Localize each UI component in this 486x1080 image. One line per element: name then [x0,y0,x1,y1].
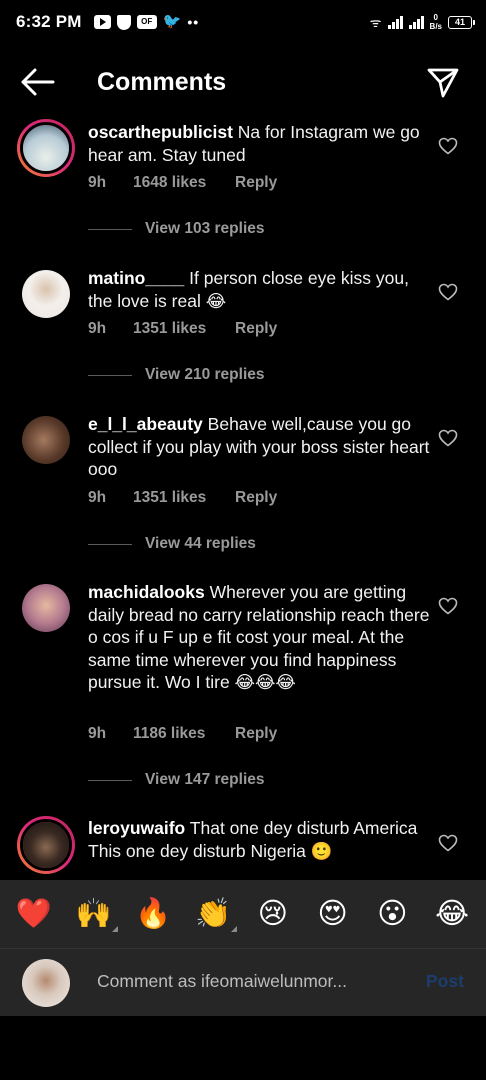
comment-meta: 9h 1351 likes Reply [88,489,277,507]
comment-username[interactable]: leroyuwaifo [88,818,185,838]
post-button[interactable]: Post [426,971,464,992]
view-replies-button[interactable]: View 210 replies [88,366,265,384]
comment-text: leroyuwaifo That one dey disturb America… [88,817,433,862]
nfc-icon: OF [136,15,157,29]
emoji-heart[interactable]: ❤️ [14,894,54,934]
network-speed-value: 0 [433,13,438,22]
comment-item: e_l_l_abeauty Behave well,cause you go c… [0,402,486,570]
comment-time: 9h [88,320,107,337]
emoji-clap[interactable]: 👏 [193,894,238,934]
emoji-heart-eyes[interactable]: 😍 [313,894,353,934]
comment-meta: 9h 1648 likes Reply [88,174,277,192]
heart-icon[interactable] [438,137,458,155]
navigation-area [0,1016,486,1080]
arrow-left-icon[interactable] [20,66,56,98]
replies-divider [88,779,132,781]
avatar-story-ring[interactable] [17,816,75,874]
heart-icon[interactable] [438,429,458,447]
more-notifications-icon: •• [187,14,200,30]
reply-button[interactable]: Reply [235,174,277,192]
comment-item: machidalooks Wherever you are getting da… [0,570,486,806]
emoji-surprised[interactable]: 😮 [372,894,412,934]
wifi-icon: ᯤ [369,15,382,30]
view-replies-label: View 147 replies [145,771,265,788]
comment-time: 9h [88,174,107,191]
avatar [23,125,69,171]
heart-icon[interactable] [438,283,458,301]
comment-input[interactable] [97,971,397,992]
battery-icon: 41 [448,15,475,29]
comment-text: e_l_l_abeauty Behave well,cause you go c… [88,413,433,481]
reply-button[interactable]: Reply [235,320,277,338]
avatar[interactable] [22,270,70,318]
comment-text: oscarthepublicist Na for Instagram we go… [88,121,433,166]
comment-composer: Post [0,948,486,1016]
avatar[interactable] [22,416,70,464]
comment-likes[interactable]: 1351 likes [133,320,235,338]
view-replies-button[interactable]: View 44 replies [88,535,256,553]
comment-likes[interactable]: 1648 likes [133,174,235,192]
paper-plane-icon[interactable] [426,65,460,99]
comment-item: oscarthepublicist Na for Instagram we go… [0,110,486,256]
heart-icon[interactable] [438,834,458,852]
twitter-icon: 🐦 [162,13,182,30]
view-replies-label: View 103 replies [145,220,265,237]
comment-item: matino____ If person close eye kiss you,… [0,256,486,402]
emoji-crying[interactable]: 😢 [253,894,293,934]
signal-icon [387,15,403,29]
avatar-story-ring[interactable] [17,119,75,177]
network-speed-unit: B/s [429,22,442,31]
view-replies-label: View 210 replies [145,366,265,383]
comments-list[interactable]: oscarthepublicist Na for Instagram we go… [0,110,486,880]
emoji-clap-glyph: 👏 [195,898,232,930]
comment-username[interactable]: matino____ [88,268,184,288]
comment-likes[interactable]: 1351 likes [133,489,235,507]
view-replies-label: View 44 replies [145,535,256,552]
page-title: Comments [97,68,227,96]
replies-divider [88,374,132,376]
comment-text: machidalooks Wherever you are getting da… [88,581,433,694]
comment-time: 9h [88,725,107,742]
comment-username[interactable]: oscarthepublicist [88,122,233,142]
avatar [23,822,69,868]
heart-icon[interactable] [438,597,458,615]
notification-icons: OF 🐦 •• [93,13,200,30]
emoji-bar: ❤️ 🙌 🔥 👏 😢 😍 😮 😂 [0,880,486,948]
youtube-icon [93,15,111,29]
avatar[interactable] [22,584,70,632]
comment-username[interactable]: machidalooks [88,582,205,602]
status-bar: 6:32 PM OF 🐦 •• ᯤ 0 B/s 41 [0,0,486,44]
skin-tone-indicator-icon [111,926,118,932]
skin-tone-indicator-icon [231,926,238,932]
comment-username[interactable]: e_l_l_abeauty [88,414,203,434]
view-replies-button[interactable]: View 147 replies [88,771,265,789]
reply-button[interactable]: Reply [235,489,277,507]
status-time: 6:32 PM [16,12,82,31]
comment-item: leroyuwaifo That one dey disturb America… [0,806,486,880]
view-replies-button[interactable]: View 103 replies [88,220,265,238]
replies-divider [88,228,132,230]
signal-2-icon [408,15,424,29]
reply-button[interactable]: Reply [235,725,277,743]
shield-icon [116,14,131,30]
comment-time: 9h [88,489,107,506]
my-avatar [22,959,70,1007]
comment-likes[interactable]: 1186 likes [133,725,235,743]
comments-header: Comments [0,54,486,110]
replies-divider [88,543,132,545]
network-speed: 0 B/s [430,13,442,31]
emoji-laughing[interactable]: 😂 [432,894,472,934]
emoji-fire[interactable]: 🔥 [133,894,173,934]
comment-meta: 9h 1351 likes Reply [88,320,277,338]
comment-text: matino____ If person close eye kiss you,… [88,267,433,312]
system-icons: ᯤ 0 B/s 41 [369,13,475,31]
comment-meta: 9h 1186 likes Reply [88,725,277,743]
emoji-raised-hands[interactable]: 🙌 [74,894,118,934]
emoji-raised-hands-glyph: 🙌 [75,898,112,930]
